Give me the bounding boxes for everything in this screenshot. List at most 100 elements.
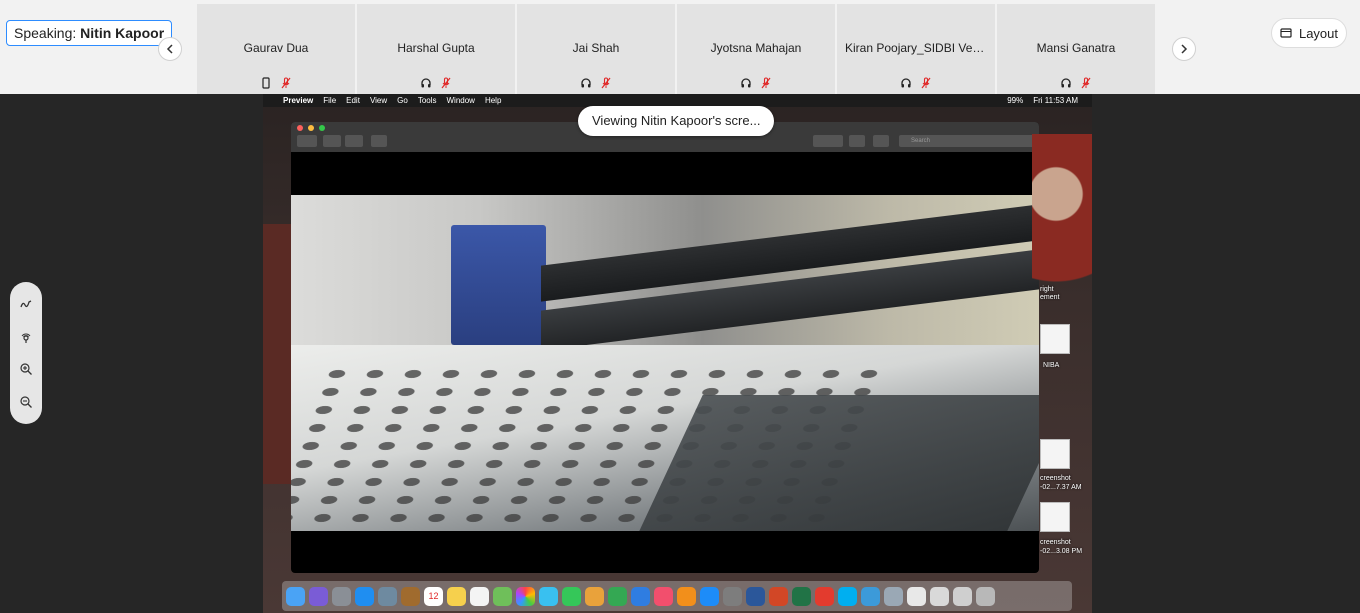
- preview-search-field: Search: [899, 135, 1035, 147]
- excel-icon: [792, 586, 811, 606]
- folder-icon: [1039, 254, 1055, 272]
- screenshot-thumbnail-icon: [1040, 439, 1070, 469]
- numbers-icon: [608, 586, 627, 606]
- word-icon: [746, 586, 765, 606]
- close-window-icon: [297, 125, 303, 131]
- muted-mic-icon: [920, 77, 932, 89]
- desktop-item-label: NIBA: [1043, 362, 1060, 369]
- participant-tile[interactable]: Jai Shah: [517, 4, 677, 94]
- safari-icon: [355, 586, 374, 606]
- powerpoint-icon: [769, 586, 788, 606]
- active-speaker-indicator: Speaking: Nitin Kapoor: [6, 20, 173, 46]
- zoom-in-icon: [345, 135, 363, 147]
- desktop-item-label: -02...7.37 AM: [1040, 484, 1082, 491]
- messages-icon: [539, 586, 558, 606]
- launchpad-icon: [332, 586, 351, 606]
- participant-name: Kiran Poojary_SIDBI Vent...: [845, 41, 993, 55]
- participant-tile[interactable]: Mansi Ganatra: [997, 4, 1157, 94]
- reminders-icon: [470, 586, 489, 606]
- layout-label: Layout: [1298, 25, 1339, 41]
- participant-tiles: Gaurav Dua Harshal Gupta Jai Shah Jyotsn…: [197, 4, 1157, 94]
- battery-percent: 99%: [1007, 96, 1024, 105]
- viewing-screen-banner[interactable]: Viewing Nitin Kapoor's scre...: [578, 106, 775, 136]
- photos-icon: [516, 586, 535, 606]
- participant-name: Mansi Ganatra: [1036, 41, 1116, 55]
- menu-item: Help: [484, 96, 502, 105]
- layout-button[interactable]: Layout: [1271, 18, 1347, 48]
- menu-item: File: [323, 96, 337, 105]
- participant-tile[interactable]: Jyotsna Mahajan: [677, 4, 837, 94]
- participant-tile[interactable]: Gaurav Dua: [197, 4, 357, 94]
- printer-head: [451, 225, 546, 345]
- trash-icon: [976, 586, 995, 606]
- desktop-item-label: creenshot: [1040, 475, 1071, 482]
- chevron-left-icon: [166, 44, 173, 54]
- zoom-out-icon: [323, 135, 341, 147]
- zoom-out-icon[interactable]: [19, 395, 33, 409]
- menu-item: Window: [446, 96, 475, 105]
- preview-app-icon: [884, 586, 903, 606]
- downloads-stack-icon: [930, 586, 949, 606]
- maps-icon: [493, 586, 512, 606]
- siri-icon: [309, 586, 328, 606]
- speaking-prefix: Speaking:: [14, 25, 77, 41]
- headset-icon: [580, 77, 592, 89]
- shared-screen[interactable]: Preview File Edit View Go Tools Window H…: [263, 94, 1092, 613]
- menu-app-name: Preview: [283, 96, 314, 105]
- keynote-icon: [631, 586, 650, 606]
- participant-name: Harshal Gupta: [397, 41, 475, 55]
- annotation-toolbar: [10, 282, 42, 424]
- desktop-item-label: ate: [1040, 228, 1050, 235]
- menu-item: View: [369, 96, 388, 105]
- drive-icon: [1040, 324, 1070, 354]
- participant-name: Gaurav Dua: [243, 41, 309, 55]
- chevron-right-icon: [1181, 44, 1188, 54]
- sidebar-toggle-icon: [297, 135, 317, 147]
- pen-icon[interactable]: [19, 297, 33, 311]
- menu-item: Edit: [346, 96, 360, 105]
- participant-strip: Speaking: Nitin Kapoor Gaurav Dua Harsha…: [0, 0, 1360, 94]
- finder-icon: [286, 586, 305, 606]
- printer-belt: [639, 395, 1039, 531]
- mac-dock: 12: [282, 581, 1072, 611]
- folder-icon: [1039, 196, 1055, 214]
- app-store-icon: [700, 586, 719, 606]
- phone-icon: [260, 77, 272, 89]
- zoom-in-icon[interactable]: [19, 362, 33, 376]
- calendar-icon: 12: [424, 586, 443, 606]
- layout-icon: [1280, 28, 1292, 38]
- headset-icon: [900, 77, 912, 89]
- pages-icon: [585, 586, 604, 606]
- contacts-icon: [401, 586, 420, 606]
- chrome-icon: [861, 586, 880, 606]
- desktop-item-label: -02...3.08 PM: [1040, 548, 1083, 555]
- desktop-item-label: right: [1040, 286, 1054, 293]
- skype-icon: [838, 586, 857, 606]
- participant-name: Jyotsna Mahajan: [710, 41, 802, 55]
- screenshot-thumbnail-icon: [1040, 502, 1070, 532]
- headset-icon: [740, 77, 752, 89]
- markup-icon: [873, 135, 889, 147]
- minimize-window-icon: [308, 125, 314, 131]
- desktop-item-label: ement: [1040, 294, 1060, 301]
- books-icon: [677, 586, 696, 606]
- folder-icon: [1039, 134, 1055, 152]
- muted-mic-icon: [760, 77, 772, 89]
- anydesk-icon: [815, 586, 834, 606]
- zoom-window-icon: [319, 125, 325, 131]
- facetime-icon: [562, 586, 581, 606]
- participant-tile[interactable]: Harshal Gupta: [357, 4, 517, 94]
- preview-window: Search: [291, 122, 1039, 573]
- participant-tile[interactable]: Kiran Poojary_SIDBI Vent...: [837, 4, 997, 94]
- screenshots-stack-icon: [953, 586, 972, 606]
- menu-clock: Fri 11:53 AM: [1033, 96, 1078, 105]
- headset-icon: [420, 77, 432, 89]
- laser-pointer-icon[interactable]: [19, 330, 33, 344]
- desktop-item-label: dor: [1040, 166, 1051, 173]
- desktop-item-label: creenshot: [1040, 539, 1071, 546]
- muted-mic-icon: [440, 77, 452, 89]
- previous-page-button[interactable]: [158, 37, 182, 61]
- participant-name: Jai Shah: [572, 41, 620, 55]
- menu-item: Tools: [417, 96, 437, 105]
- next-page-button[interactable]: [1172, 37, 1196, 61]
